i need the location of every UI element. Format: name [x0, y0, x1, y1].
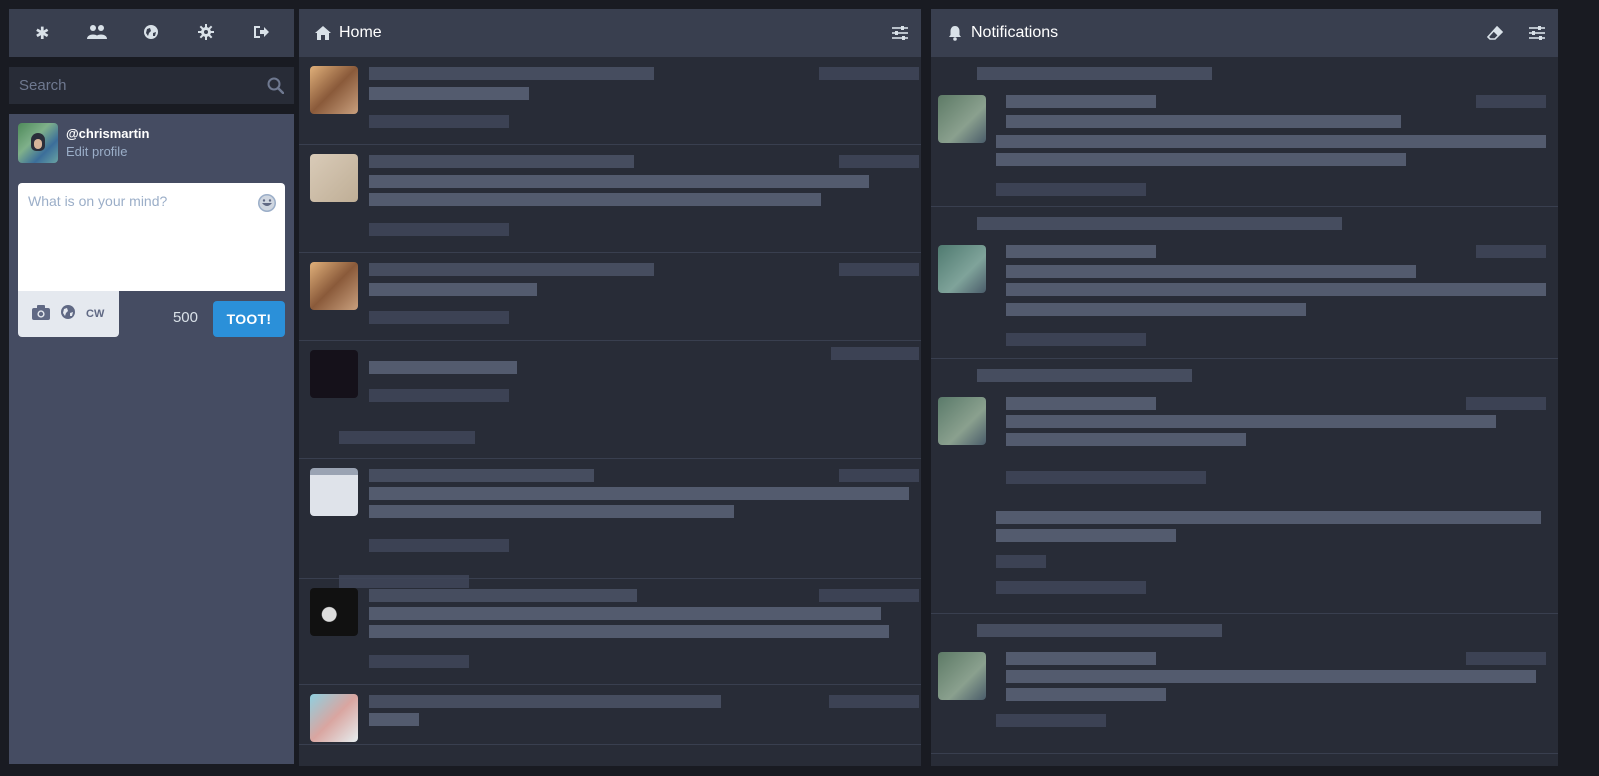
status-item[interactable] [299, 685, 921, 745]
status-item[interactable] [299, 253, 921, 341]
privacy-globe-icon[interactable] [60, 304, 76, 324]
federated-timeline-globe-icon[interactable] [131, 24, 171, 43]
account-handle[interactable]: @chrismartin [66, 126, 149, 141]
status-item[interactable] [299, 145, 921, 253]
search-box [9, 67, 294, 104]
home-column: Home [299, 9, 921, 766]
account-info: @chrismartin Edit profile [66, 126, 149, 159]
compose-form: @chrismartin Edit profile CW 500 TOOT! [9, 114, 294, 764]
home-column-header[interactable]: Home [299, 9, 921, 57]
status-item[interactable] [299, 459, 921, 588]
notification-item[interactable] [931, 57, 1558, 207]
notifications-column-title: Notifications [971, 24, 1059, 41]
avatar[interactable] [18, 123, 58, 163]
column-settings-sliders-icon[interactable] [891, 24, 909, 42]
notifications-column: Notifications [931, 9, 1558, 766]
search-icon[interactable] [267, 77, 284, 94]
toot-button[interactable]: TOOT! [213, 301, 285, 337]
notification-item[interactable] [931, 614, 1558, 754]
local-timeline-users-icon[interactable] [77, 24, 117, 43]
preferences-gear-icon[interactable] [186, 23, 226, 43]
clear-notifications-eraser-icon[interactable] [1486, 24, 1504, 42]
navigation-bar-account: @chrismartin Edit profile [18, 123, 285, 181]
getting-started-asterisk-icon[interactable]: ✱ [22, 25, 62, 42]
character-counter: 500 [172, 309, 198, 326]
status-item[interactable] [299, 57, 921, 145]
status-item[interactable] [299, 579, 921, 685]
notification-avatar[interactable] [938, 245, 986, 293]
status-avatar[interactable] [310, 66, 358, 114]
compose-drawer: ✱ @chrismartin Edit profile [9, 9, 294, 766]
status-avatar[interactable] [310, 468, 358, 516]
notification-avatar[interactable] [938, 652, 986, 700]
bell-icon [949, 26, 961, 41]
column-settings-sliders-icon[interactable] [1528, 24, 1546, 42]
home-icon [315, 26, 331, 40]
content-warning-button[interactable]: CW [86, 308, 104, 320]
upload-camera-icon[interactable] [32, 304, 50, 324]
notification-avatar[interactable] [938, 397, 986, 445]
compose-textarea-wrapper [18, 183, 285, 291]
search-input[interactable] [9, 67, 294, 104]
notifications-column-header[interactable]: Notifications [931, 9, 1558, 57]
compose-textarea[interactable] [18, 183, 285, 291]
edit-profile-link[interactable]: Edit profile [66, 144, 149, 159]
status-avatar[interactable] [310, 588, 358, 636]
logout-sign-out-icon[interactable] [241, 25, 281, 42]
notification-avatar[interactable] [938, 95, 986, 143]
notification-item[interactable] [931, 359, 1558, 614]
compose-tools: CW [18, 291, 119, 337]
status-avatar[interactable] [310, 694, 358, 742]
status-item[interactable] [299, 341, 921, 459]
compose-form-bottom: CW 500 TOOT! [18, 291, 285, 337]
home-column-title: Home [339, 24, 382, 41]
status-avatar[interactable] [310, 262, 358, 310]
notification-item[interactable] [931, 207, 1558, 359]
emoji-picker-icon[interactable] [257, 193, 277, 213]
drawer-navigation: ✱ [9, 9, 294, 57]
status-avatar[interactable] [310, 154, 358, 202]
status-avatar[interactable] [310, 350, 358, 398]
